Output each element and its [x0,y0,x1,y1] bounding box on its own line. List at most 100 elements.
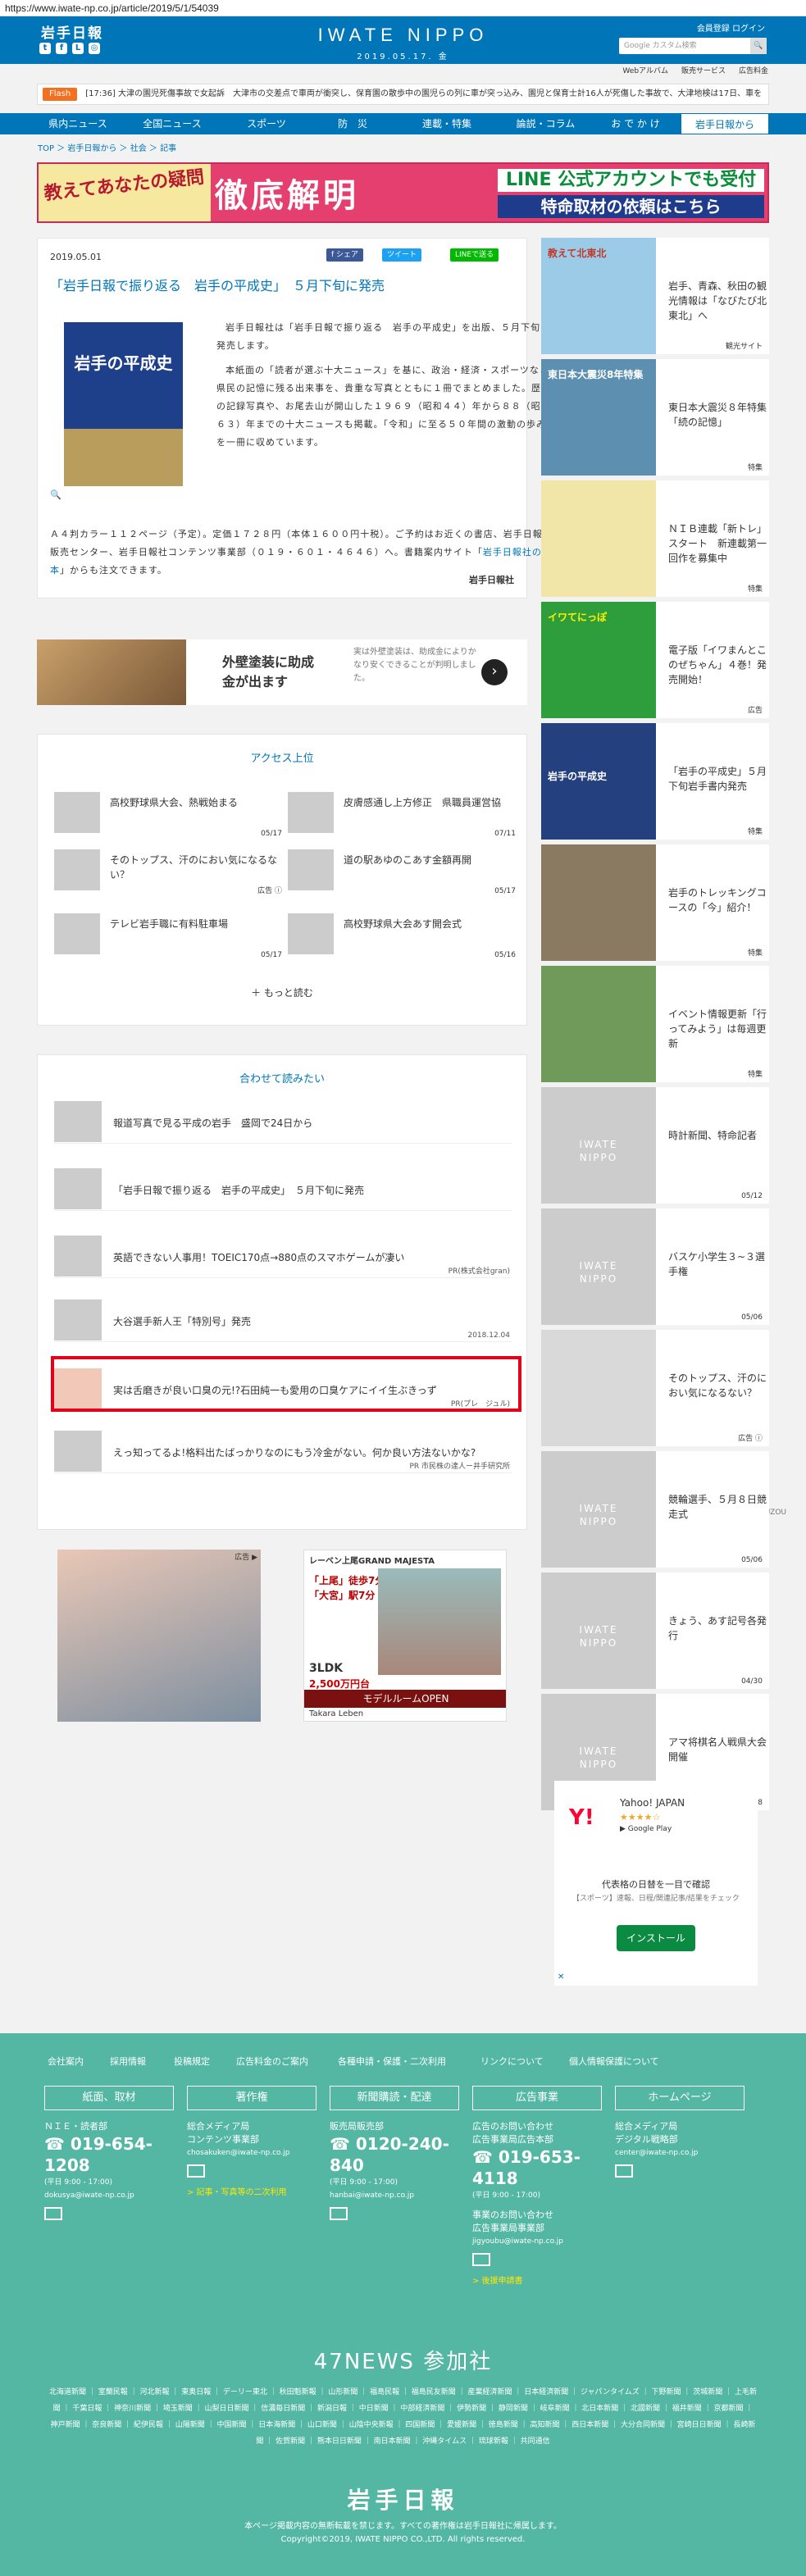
more-button[interactable]: ＋ もっと読む [38,985,526,999]
nav-local-news[interactable]: 県内ニュース [37,113,119,134]
zoom-icon[interactable]: 🔍 [50,489,61,500]
nav-outing[interactable]: お で か け [594,113,676,134]
email-link[interactable]: chosakuken@iwate-np.co.jp [187,2146,326,2160]
nav-editorial[interactable]: 論説・コラム [499,113,593,134]
partner-newspapers[interactable]: 北海道新聞 ｜ 室蘭民報 ｜ 河北新報 ｜ 東奥日報 ｜ デーリー東北 ｜ 秋田… [49,2384,757,2450]
address-bar[interactable]: https://www.iwate-np.co.jp/article/2019/… [0,0,806,16]
tweet-button[interactable]: ツイート [382,248,422,262]
sub-nav: Webアルバム 販売サービス 広告料金 [622,64,768,79]
list-item[interactable]: 大谷選手新人王「特別号」発売 2018.12.04 [54,1293,512,1342]
list-item[interactable]: 「岩手日報で振り返る 岩手の平成史」 ５月下旬に発売 [54,1162,512,1211]
sponsor-link[interactable]: > 後援申請書 [472,2275,612,2288]
footer-link[interactable]: 投稿規定 [174,2055,210,2068]
sidebar-item[interactable]: 岩手のトレッキングコースの「今」紹介！ 特集 [541,844,769,961]
sidebar-item[interactable]: イベント情報更新「行ってみよう」は毎週更新 特集 [541,966,769,1082]
request-link[interactable]: 特命取材の依頼はこちら [498,195,764,218]
mail-icon[interactable] [330,2207,348,2220]
list-item[interactable]: えっ知ってるよ!格料出たばっかりなのにもう冷金がない。何か良い方法ないかな? PR… [54,1424,512,1473]
footer-box-homepage[interactable]: ホームページ [615,2086,745,2110]
sidebar-item[interactable]: きょう、あす記号各発行04/30 [541,1572,769,1689]
subnav-album[interactable]: Webアルバム [622,64,668,79]
sidebar-item[interactable]: イワてにっぽ 電子版「イワまんとこのぜちゃん」４巻！発売開始！ 広告 [541,602,769,718]
related-articles: 合わせて読みたい 報道写真で見る平成の岩手 盛岡で24日から 「岩手日報で振り返… [37,1054,527,1530]
footer-link[interactable]: リンクについて [480,2055,544,2068]
ad-image [37,639,186,705]
list-item[interactable]: 報道写真で見る平成の岩手 盛岡で24日から [54,1095,512,1144]
email-link[interactable]: jigyoubu@iwate-np.co.jp [472,2235,612,2248]
sidebar-item[interactable]: ＮＩＢ連載「新トレ」スタート 新連載第一回作を募集中 特集 [541,480,769,597]
article: 2019.05.01 f シェア ツイート LINEで送る 「岩手日報で振り返る… [37,238,550,598]
phone-number[interactable]: ☎ 019-654-1208 [44,2133,184,2176]
sidebar-item[interactable]: バスケ小学生３~３選手権05/06 [541,1208,769,1325]
list-item[interactable]: そのトップス、汗のにおい気になるない？ 広告 ⓘ [54,849,284,895]
nav-disaster[interactable]: 防 災 [312,113,394,134]
subnav-sales[interactable]: 販売サービス [681,64,726,79]
footer-box-advertising[interactable]: 広告事業 [472,2086,602,2110]
sidebar-item[interactable]: 岩手の平成史 「岩手の平成史」５月下旬岩手書内発売 特集 [541,723,769,840]
footer-link[interactable]: 個人情報保護について [569,2055,659,2068]
ad-fashion[interactable]: 広告 ▶ [57,1550,261,1722]
nav-sports[interactable]: スポーツ [225,113,307,134]
ad-condo[interactable]: レーベン上尾GRAND MAJESTA 「上尾」徒歩7分 「大宮」駅7分 3LD… [303,1550,507,1722]
copyright: 本ページ掲載内容の無断転載を禁じます。すべての著作権は岩手日報社に帰属します。 C… [244,2522,562,2544]
sidebar-item[interactable]: 時計新聞、特命記者05/12 [541,1087,769,1204]
facebook-share-button[interactable]: f シェア [326,248,364,262]
breadcrumb[interactable]: TOP ＞ 岩手日報から ＞ 社会 ＞ 記事 [38,141,176,153]
footer-link[interactable]: 会社案内 [48,2055,84,2068]
article-title: 「岩手日報で振り返る 岩手の平成史」 ５月下旬に発売 [50,278,385,294]
secondary-use-link[interactable]: > 記事・写真等の二次利用 [187,2187,326,2200]
mail-icon[interactable] [615,2164,633,2178]
list-item[interactable]: 英語できない人事用！TOEIC170点→880点のスマホゲームが凄い PR(株式会… [54,1229,512,1278]
footer: 会社案内 採用情報 投稿規定 広告料金のご案内 各種申請・保護・二次利用 リンク… [0,2033,806,2576]
footer-link[interactable]: 採用情報 [110,2055,146,2068]
investigation-banner[interactable]: 教えてあなたの疑問 徹底解明 LINE 公式アカウントでも受付 特命取材の依頼は… [37,162,769,223]
article-signature: 岩手日報社 [469,575,514,585]
main-nav: 県内ニュース 全国ニュース スポーツ 防 災 連載・特集 論説・コラム お で … [0,113,806,134]
phone-number[interactable]: ☎ 019-653-4118 [472,2146,612,2189]
article-body: 岩手日報社は「岩手日報で振り返る 岩手の平成史」を出版、５月下旬に発売します。 … [216,322,551,448]
mail-icon[interactable] [472,2253,490,2266]
email-link[interactable]: dokusya@iwate-np.co.jp [44,2189,184,2202]
install-button[interactable]: インストール [617,1925,695,1951]
mail-icon[interactable] [44,2207,62,2220]
sidebar-item[interactable]: 競輪選手、５月８日競走式05/06 [541,1451,769,1568]
arrow-icon[interactable]: › [481,659,508,685]
article-body-2: Ａ４判カラー１１２ページ（予定）。定価１７２８円（本体１６００円十税）。ご予約は… [50,529,543,576]
nav-from-iwate-nippo[interactable]: 岩手日報から [681,113,769,134]
nav-national-news[interactable]: 全国ニュース [131,113,213,134]
line-account-link[interactable]: LINE 公式アカウントでも受付 [498,169,764,192]
login-links[interactable]: 会員登録 ログイン [697,21,765,34]
line-share-button[interactable]: LINEで送る [450,248,499,262]
footer-box-subscription[interactable]: 新聞購読・配達 [330,2086,459,2110]
search-icon[interactable]: 🔍 [750,38,767,54]
list-item[interactable]: 高校野球県大会、熱戦始まる 05/17 [54,792,284,838]
sidebar-item[interactable]: 東日本大震災8年特集 東日本大震災８年特集「続の記憶」 特集 [541,359,769,476]
search-input[interactable]: Google カスタム検索 🔍 [619,38,767,54]
list-item[interactable]: 高校野球県大会あす開会式 05/16 [288,913,517,959]
footer-contact-3: 販売局販売部 ☎ 0120-240-840 (平日 9:00 - 17:00) … [330,2120,469,2229]
list-item[interactable]: 道の駅あゆのこあす金額再開 05/17 [288,849,517,895]
yahoo-app-ad[interactable]: Y! Yahoo! JAPAN ★★★★☆ ▶ Google Play 代表格の… [554,1781,758,1986]
close-icon[interactable]: ✕ [558,1973,564,1982]
book-cover-image[interactable]: 岩手の平成史 [64,322,183,486]
footer-box-editorial[interactable]: 紙面、取材 [44,2086,174,2110]
subnav-ad[interactable]: 広告料金 [739,64,768,79]
phone-number[interactable]: ☎ 0120-240-840 [330,2133,469,2176]
flash-news-bar[interactable]: Flash [17:36] 大津の園児死傷事故で女起訴 大津市の交差点で車両が衝突… [37,84,769,105]
47news-title[interactable]: 47NEWS 参加社 [0,2345,806,2375]
nav-series[interactable]: 連載・特集 [402,113,492,134]
email-link[interactable]: hanbai@iwate-np.co.jp [330,2189,469,2202]
footer-box-copyright[interactable]: 著作権 [187,2086,316,2110]
footer-link[interactable]: 広告料金のご案内 [236,2055,308,2068]
footer-link[interactable]: 各種申請・保護・二次利用 [338,2055,446,2068]
exterior-paint-ad[interactable]: 外壁塗装に助成 金が出ます 実は外壁塗装は、助成金によりかなり安くできることが判… [37,639,527,705]
list-item[interactable]: テレビ岩手職に有料駐車場 05/17 [54,913,284,959]
sidebar-item[interactable]: そのトップス、汗のにおい気になるない？ 広告 ⓘ [541,1330,769,1446]
sidebar-item[interactable]: 教えて北東北 岩手、青森、秋田の観光情報は「なびたび北東北」へ 観光サイト [541,238,769,354]
flash-text[interactable]: [17:36] 大津の園児死傷事故で女起訴 大津市の交差点で車両が衝突し、保育園… [85,89,762,98]
email-link[interactable]: center@iwate-np.co.jp [615,2146,754,2160]
footer-contact-1: ＮＩＥ・読者部 ☎ 019-654-1208 (平日 9:00 - 17:00)… [44,2120,184,2229]
footer-logo[interactable]: 岩手日報 [0,2483,806,2515]
mail-icon[interactable] [187,2164,205,2178]
list-item[interactable]: 皮膚感通し上方修正 県職員運営協 07/11 [288,792,517,838]
